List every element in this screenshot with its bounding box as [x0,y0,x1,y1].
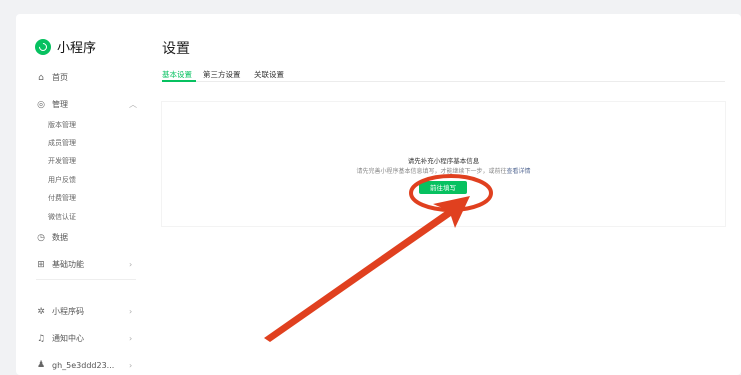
annotation-overlay [264,174,493,342]
annotation-arrow [264,196,470,342]
